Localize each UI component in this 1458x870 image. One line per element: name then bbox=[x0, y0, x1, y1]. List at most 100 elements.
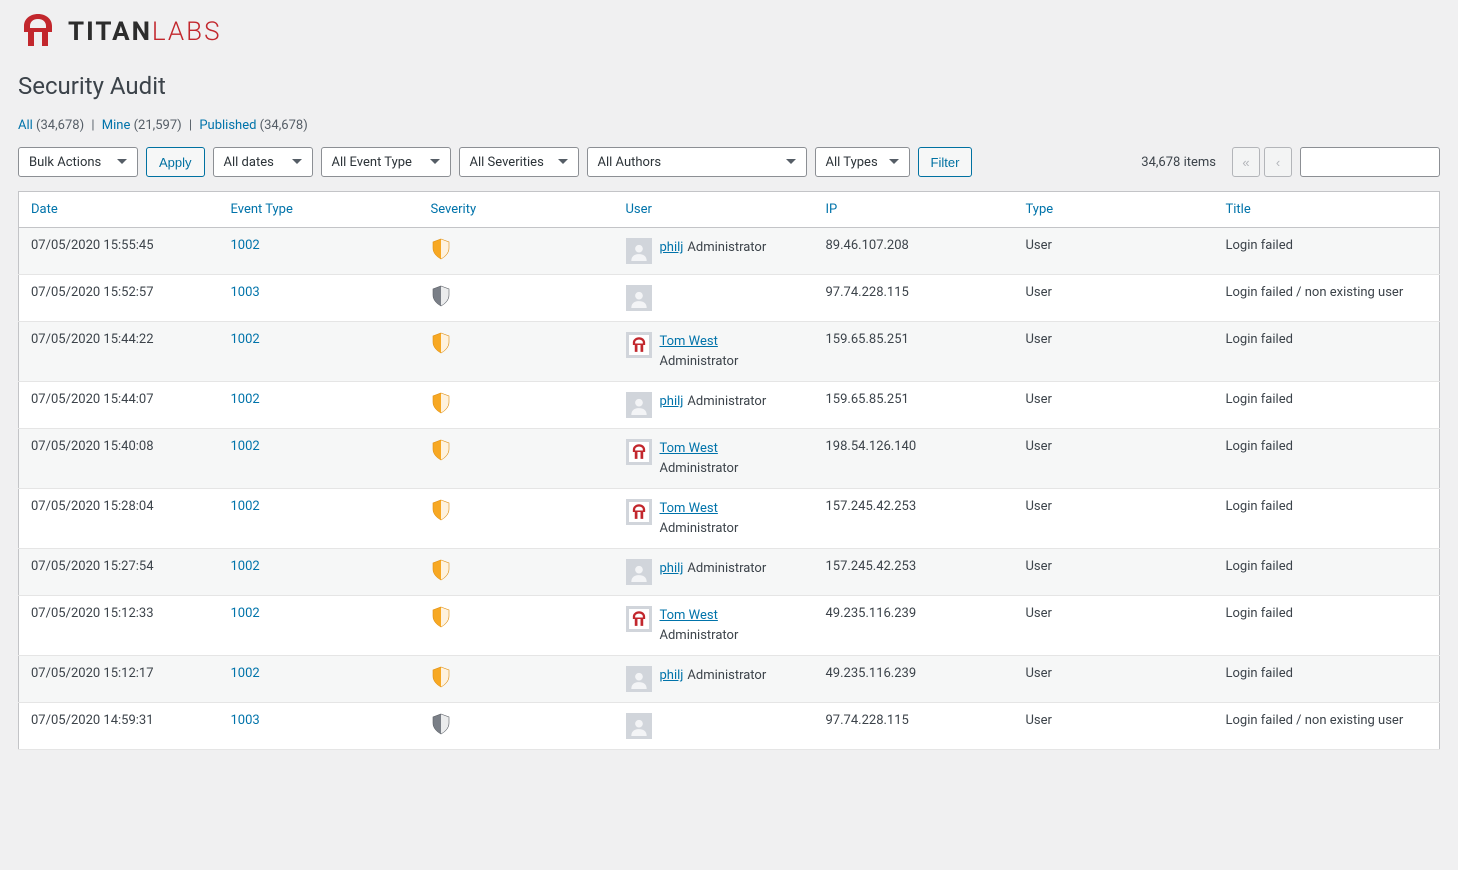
event-link[interactable]: 1002 bbox=[231, 499, 260, 514]
audit-table: Date Event Type Severity User IP Type Ti… bbox=[18, 191, 1440, 750]
status-link-mine[interactable]: Mine bbox=[102, 118, 131, 133]
items-count: 34,678 items bbox=[1141, 155, 1216, 170]
dates-select[interactable]: All dates bbox=[213, 147, 313, 177]
event-link[interactable]: 1002 bbox=[231, 439, 260, 454]
user-role: Administrator bbox=[660, 519, 739, 539]
cell-date: 07/05/2020 15:40:08 bbox=[19, 429, 219, 489]
bulk-actions-select[interactable]: Bulk Actions bbox=[18, 147, 138, 177]
cell-date: 07/05/2020 15:12:33 bbox=[19, 596, 219, 656]
cell-title: Login failed bbox=[1214, 429, 1440, 489]
pager-prev-button[interactable]: ‹ bbox=[1264, 147, 1292, 177]
cell-event: 1002 bbox=[219, 322, 419, 382]
cell-event: 1002 bbox=[219, 596, 419, 656]
cell-date: 07/05/2020 15:44:22 bbox=[19, 322, 219, 382]
cell-severity bbox=[419, 549, 614, 596]
user-role: Administrator bbox=[660, 352, 739, 372]
user-avatar-icon bbox=[626, 499, 652, 525]
authors-select[interactable]: All Authors bbox=[587, 147, 807, 177]
cell-date: 07/05/2020 15:52:57 bbox=[19, 275, 219, 322]
severity-shield-icon bbox=[431, 332, 451, 354]
cell-title: Login failed / non existing user bbox=[1214, 703, 1440, 750]
brand-wordmark: TITANLABS bbox=[68, 17, 221, 47]
pager-first-button[interactable]: « bbox=[1232, 147, 1260, 177]
user-link[interactable]: Tom West bbox=[660, 501, 718, 516]
table-row: 07/05/2020 15:28:041002Tom WestAdministr… bbox=[19, 489, 1440, 549]
col-header-date[interactable]: Date bbox=[19, 192, 219, 228]
user-link[interactable]: philj bbox=[660, 561, 684, 576]
severity-shield-icon bbox=[431, 713, 451, 735]
user-avatar-icon bbox=[626, 392, 652, 418]
brand-name-1: TITAN bbox=[68, 17, 152, 47]
event-link[interactable]: 1002 bbox=[231, 392, 260, 407]
table-row: 07/05/2020 15:44:22 1002 Tom West Administr… bbox=[19, 322, 1440, 382]
user-link[interactable]: Tom West bbox=[660, 608, 718, 623]
cell-ip: 49.235.116.239 bbox=[814, 596, 1014, 656]
cell-title: Login failed / non existing user bbox=[1214, 275, 1440, 322]
event-link[interactable]: 1002 bbox=[231, 332, 260, 347]
severity-shield-icon bbox=[431, 499, 451, 521]
table-row: 07/05/2020 15:27:541002philjAdministrato… bbox=[19, 549, 1440, 596]
user-avatar-icon bbox=[626, 332, 652, 358]
cell-severity bbox=[419, 275, 614, 322]
user-avatar-icon bbox=[626, 439, 652, 465]
severities-select[interactable]: All Severities bbox=[459, 147, 579, 177]
search-input[interactable] bbox=[1300, 147, 1440, 177]
cell-type: User bbox=[1014, 429, 1214, 489]
user-link[interactable]: Tom West bbox=[660, 441, 718, 456]
status-count-mine: (21,597) bbox=[134, 118, 182, 133]
filter-button[interactable]: Filter bbox=[918, 147, 973, 177]
types-select[interactable]: All Types bbox=[815, 147, 910, 177]
apply-button[interactable]: Apply bbox=[146, 147, 205, 177]
event-type-select[interactable]: All Event Type bbox=[321, 147, 451, 177]
cell-type: User bbox=[1014, 382, 1214, 429]
cell-severity bbox=[419, 596, 614, 656]
event-link[interactable]: 1003 bbox=[231, 713, 260, 728]
cell-user: philjAdministrator bbox=[614, 549, 814, 596]
cell-ip: 159.65.85.251 bbox=[814, 322, 1014, 382]
severity-shield-icon bbox=[431, 238, 451, 260]
cell-user: Tom WestAdministrator bbox=[614, 429, 814, 489]
cell-user: Tom WestAdministrator bbox=[614, 596, 814, 656]
table-row: 07/05/2020 15:40:08 1002 Tom WestAdministr… bbox=[19, 429, 1440, 489]
event-link[interactable]: 1002 bbox=[231, 238, 260, 253]
user-role: Administrator bbox=[687, 240, 766, 255]
status-link-published[interactable]: Published bbox=[199, 118, 256, 133]
cell-event: 1003 bbox=[219, 275, 419, 322]
user-link[interactable]: philj bbox=[660, 394, 684, 409]
cell-event: 1002 bbox=[219, 382, 419, 429]
col-header-event-type[interactable]: Event Type bbox=[219, 192, 419, 228]
col-header-type[interactable]: Type bbox=[1014, 192, 1214, 228]
col-header-user[interactable]: User bbox=[614, 192, 814, 228]
cell-user: philjAdministrator bbox=[614, 382, 814, 429]
cell-ip: 89.46.107.208 bbox=[814, 228, 1014, 275]
cell-ip: 49.235.116.239 bbox=[814, 656, 1014, 703]
col-header-ip[interactable]: IP bbox=[814, 192, 1014, 228]
user-avatar-icon bbox=[626, 559, 652, 585]
event-link[interactable]: 1003 bbox=[231, 285, 260, 300]
user-link[interactable]: philj bbox=[660, 668, 684, 683]
cell-type: User bbox=[1014, 656, 1214, 703]
event-link[interactable]: 1002 bbox=[231, 666, 260, 681]
cell-severity bbox=[419, 656, 614, 703]
col-header-severity[interactable]: Severity bbox=[419, 192, 614, 228]
cell-title: Login failed bbox=[1214, 489, 1440, 549]
user-link[interactable]: philj bbox=[660, 240, 684, 255]
status-count-published: (34,678) bbox=[260, 118, 308, 133]
cell-user: philjAdministrator bbox=[614, 656, 814, 703]
cell-title: Login failed bbox=[1214, 549, 1440, 596]
user-link[interactable]: Tom West bbox=[660, 334, 718, 349]
table-row: 07/05/2020 15:12:33 1002 Tom WestAdministr… bbox=[19, 596, 1440, 656]
cell-ip: 157.245.42.253 bbox=[814, 549, 1014, 596]
cell-ip: 97.74.228.115 bbox=[814, 275, 1014, 322]
cell-ip: 198.54.126.140 bbox=[814, 429, 1014, 489]
cell-date: 07/05/2020 14:59:31 bbox=[19, 703, 219, 750]
cell-type: User bbox=[1014, 228, 1214, 275]
event-link[interactable]: 1002 bbox=[231, 559, 260, 574]
severity-shield-icon bbox=[431, 606, 451, 628]
event-link[interactable]: 1002 bbox=[231, 606, 260, 621]
col-header-title[interactable]: Title bbox=[1214, 192, 1440, 228]
status-link-all[interactable]: All bbox=[18, 118, 33, 133]
severity-shield-icon bbox=[431, 666, 451, 688]
cell-event: 1002 bbox=[219, 489, 419, 549]
cell-title: Login failed bbox=[1214, 596, 1440, 656]
